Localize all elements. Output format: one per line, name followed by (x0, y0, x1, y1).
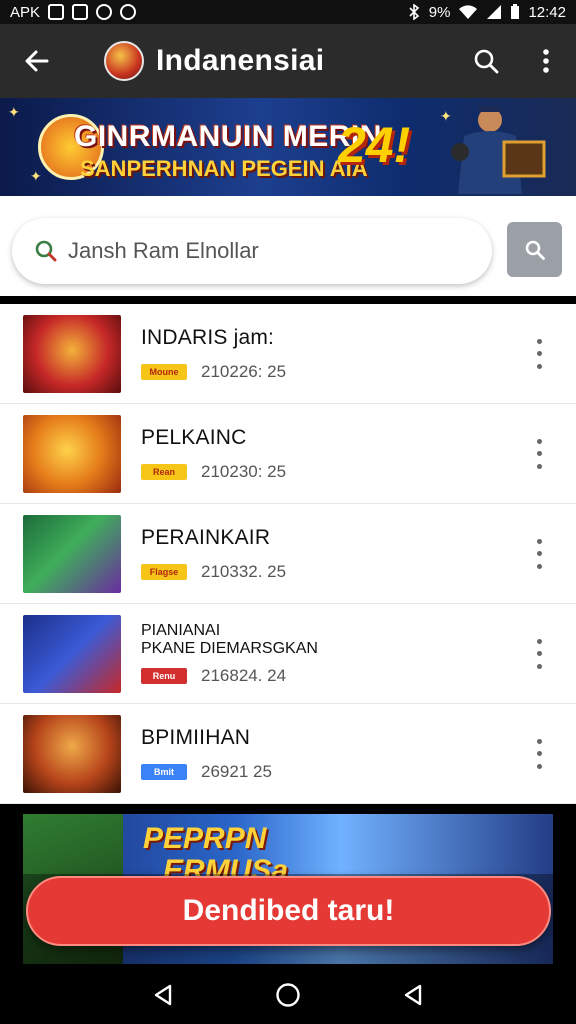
game-title: BPIMIIHAN (141, 725, 251, 749)
status-time: 12:42 (528, 3, 566, 21)
list-item[interactable]: PELKAINC Rean 210230: 25 (0, 404, 576, 504)
app-title: Indanensiai (156, 44, 325, 77)
game-date: 210332. 25 (201, 561, 287, 581)
notification-icon (96, 4, 113, 20)
game-title: PELKAINC (141, 425, 247, 449)
nav-recents-button[interactable] (383, 966, 443, 1024)
game-title: INDARIS jam: (141, 325, 275, 349)
banner-character-image (451, 106, 546, 194)
notification-icon (72, 4, 89, 20)
nav-back-icon (405, 984, 422, 1006)
more-vert-icon (543, 49, 549, 73)
system-nav-bar (0, 966, 576, 1024)
item-more-button[interactable] (532, 338, 546, 369)
game-tag: Rean (141, 463, 187, 480)
nav-home-icon (276, 983, 300, 1007)
game-tag: Renu (141, 667, 187, 684)
game-tag: Bmit (141, 763, 187, 780)
nav-back-button[interactable] (133, 966, 193, 1024)
search-input[interactable]: Jansh Ram Elnollar (12, 218, 492, 284)
banner-number: 24! (338, 117, 411, 173)
game-title: PERAINKAIR (141, 525, 271, 549)
list-item[interactable]: BPIMIIHAN Bmit 26921 25 (0, 704, 576, 804)
top-banner[interactable]: ✦ ✦ ✦ GINRMANUIN MERIN SANPERHNAN PEGEIN… (0, 98, 576, 196)
wifi-icon (459, 5, 478, 19)
search-submit-button[interactable] (507, 222, 562, 277)
app-logo (104, 41, 144, 81)
search-icon (525, 240, 545, 260)
overflow-menu-button[interactable] (516, 24, 576, 98)
game-thumbnail (23, 614, 121, 693)
game-thumbnail (23, 714, 121, 793)
battery-icon (511, 4, 520, 19)
back-button[interactable] (0, 24, 74, 98)
game-thumbnail (23, 314, 121, 393)
notification-icon (48, 4, 65, 20)
battery-percent: 9% (428, 3, 451, 21)
game-list: INDARIS jam: Moune 210226: 25 PELKAINC R… (0, 304, 576, 804)
back-arrow-icon (25, 50, 49, 72)
search-placeholder: Jansh Ram Elnollar (68, 238, 259, 263)
nav-back-icon (154, 984, 171, 1006)
game-thumbnail (23, 514, 121, 593)
game-date: 210226: 25 (201, 361, 287, 381)
download-button[interactable]: Dendibed taru! (26, 876, 551, 946)
game-tag: Flagse (141, 563, 187, 580)
game-tag: Moune (141, 363, 187, 380)
app-bar: Indanensiai (0, 24, 576, 98)
item-more-button[interactable] (532, 738, 546, 769)
nav-home-button[interactable] (258, 966, 318, 1024)
status-bar: APK 9% 12:42 (0, 0, 576, 24)
search-area: Jansh Ram Elnollar (0, 196, 576, 296)
game-date: 26921 25 (201, 761, 272, 781)
game-date: 216824. 24 (201, 665, 287, 685)
game-subtitle: PKANE DIEMARSGKAN (141, 639, 318, 657)
item-more-button[interactable] (532, 438, 546, 469)
promo-title: PEPRPN (143, 822, 267, 855)
list-item[interactable]: INDARIS jam: Moune 210226: 25 (0, 304, 576, 404)
game-title: PIANIANAI (141, 621, 221, 639)
list-item[interactable]: PIANIANAI PKANE DIEMARSGKAN Renu 216824.… (0, 604, 576, 704)
search-button[interactable] (456, 24, 516, 98)
status-apk-text: APK (10, 3, 41, 21)
banner-headline: GINRMANUIN MERIN (74, 120, 382, 153)
sparkle-icon: ✦ (30, 168, 42, 184)
item-more-button[interactable] (532, 538, 546, 569)
bluetooth-icon (409, 4, 419, 20)
game-date: 210230: 25 (201, 461, 287, 481)
signal-icon (487, 5, 502, 19)
notification-icon (120, 4, 137, 20)
sparkle-icon: ✦ (8, 104, 20, 120)
item-more-button[interactable] (532, 638, 546, 669)
game-thumbnail (23, 414, 121, 493)
list-item[interactable]: PERAINKAIR Flagse 210332. 25 (0, 504, 576, 604)
search-icon (474, 49, 499, 74)
banner-subline: SANPERHNAN PEGEIN AIA (80, 156, 368, 181)
search-icon (35, 240, 57, 262)
